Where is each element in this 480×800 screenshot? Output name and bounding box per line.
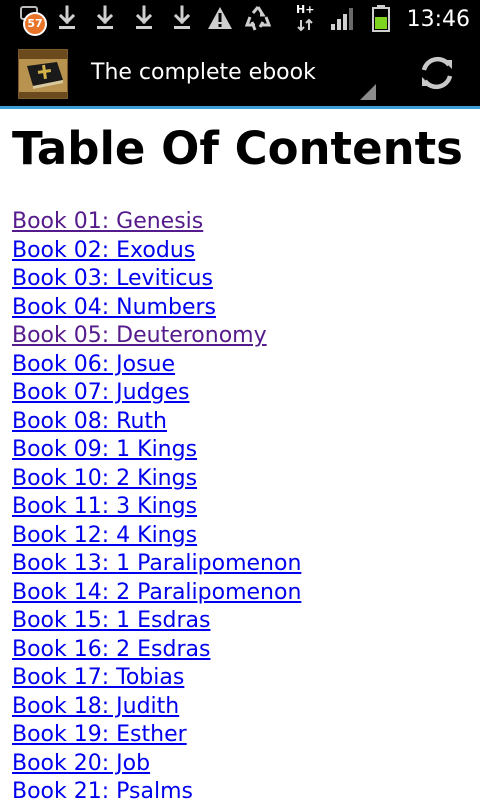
list-item: Book 21: Psalms [12,778,301,800]
toc-link-book-19[interactable]: Book 19: Esther [12,722,187,747]
app-title[interactable]: The complete ebook [91,38,316,106]
toc-link-book-14[interactable]: Book 14: 2 Paralipomenon [12,580,301,605]
toc-link-book-13[interactable]: Book 13: 1 Paralipomenon [12,551,301,576]
toc-link-book-09[interactable]: Book 09: 1 Kings [12,437,197,462]
battery-icon [372,5,390,32]
download-icon [135,5,153,29]
list-item: Book 04: Numbers [12,294,301,323]
list-item: Book 05: Deuteronomy [12,322,301,351]
bible-book-icon [19,50,67,98]
toc-link-book-02[interactable]: Book 02: Exodus [12,238,195,263]
list-item: Book 13: 1 Paralipomenon [12,550,301,579]
list-item: Book 19: Esther [12,721,301,750]
list-item: Book 18: Judith [12,693,301,722]
toc-link-book-01[interactable]: Book 01: Genesis [12,209,203,234]
toc-link-book-05[interactable]: Book 05: Deuteronomy [12,323,267,348]
warning-icon [208,7,232,29]
list-item: Book 02: Exodus [12,237,301,266]
data-activity-icon [297,18,313,32]
toc-link-book-12[interactable]: Book 12: 4 Kings [12,523,197,548]
list-item: Book 16: 2 Esdras [12,636,301,665]
refresh-icon[interactable] [412,48,462,98]
signal-icon [331,8,353,30]
toc-link-book-07[interactable]: Book 07: Judges [12,380,190,405]
recycle-icon [244,6,272,31]
toc-link-book-21[interactable]: Book 21: Psalms [12,779,193,800]
toc-link-book-18[interactable]: Book 18: Judith [12,694,179,719]
dropdown-indicator-icon[interactable] [360,84,376,100]
toc-link-book-20[interactable]: Book 20: Job [12,751,150,776]
list-item: Book 17: Tobias [12,664,301,693]
toc-link-book-15[interactable]: Book 15: 1 Esdras [12,608,210,633]
toc-link-book-04[interactable]: Book 04: Numbers [12,295,216,320]
action-bar: The complete ebook [0,38,480,106]
list-item: Book 14: 2 Paralipomenon [12,579,301,608]
download-icon [58,5,76,29]
toc-link-book-08[interactable]: Book 08: Ruth [12,409,167,434]
app-logo-icon[interactable] [18,49,68,99]
status-clock: 13:46 [406,7,470,32]
toc-link-book-06[interactable]: Book 06: Josue [12,352,175,377]
list-item: Book 06: Josue [12,351,301,380]
toc-link-book-11[interactable]: Book 11: 3 Kings [12,494,197,519]
download-icon [96,5,114,29]
notification-count-badge: 57 [23,12,47,36]
list-item: Book 15: 1 Esdras [12,607,301,636]
list-item: Book 11: 3 Kings [12,493,301,522]
page-title: Table Of Contents [12,122,463,175]
toc-link-book-16[interactable]: Book 16: 2 Esdras [12,637,210,662]
toc-link-book-17[interactable]: Book 17: Tobias [12,665,184,690]
list-item: Book 08: Ruth [12,408,301,437]
toc-link-book-10[interactable]: Book 10: 2 Kings [12,466,197,491]
list-item: Book 12: 4 Kings [12,522,301,551]
list-item: Book 01: Genesis [12,208,301,237]
status-bar[interactable]: 57 H+ 13:46 [0,0,480,38]
list-item: Book 09: 1 Kings [12,436,301,465]
list-item: Book 03: Leviticus [12,265,301,294]
download-icon [173,5,191,29]
list-item: Book 20: Job [12,750,301,779]
toc-list: Book 01: Genesis Book 02: Exodus Book 03… [12,208,301,800]
toc-link-book-03[interactable]: Book 03: Leviticus [12,266,213,291]
list-item: Book 07: Judges [12,379,301,408]
content-view[interactable]: Table Of Contents Book 01: Genesis Book … [0,109,480,800]
list-item: Book 10: 2 Kings [12,465,301,494]
